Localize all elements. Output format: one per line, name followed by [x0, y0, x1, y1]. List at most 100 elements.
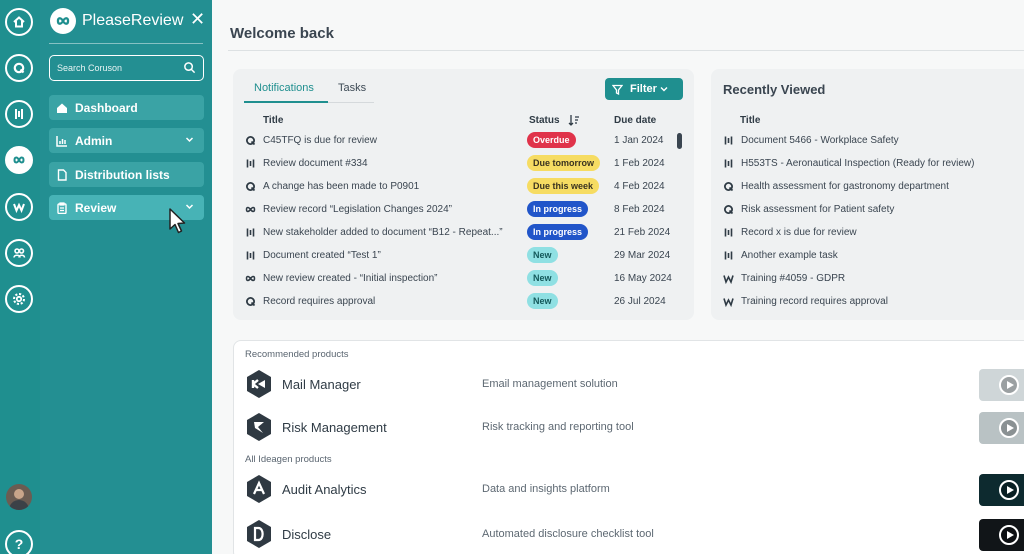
- due-date: 21 Feb 2024: [614, 227, 671, 238]
- status-badge: Overdue: [527, 132, 576, 148]
- play-icon[interactable]: [999, 375, 1019, 395]
- products-card: Recommended products All Ideagen product…: [233, 340, 1024, 554]
- recent-item[interactable]: Training #4059 - GDPR: [723, 270, 1024, 288]
- play-icon[interactable]: [999, 525, 1019, 545]
- recent-item[interactable]: Another example task: [723, 247, 1024, 265]
- divider: [228, 50, 1024, 51]
- people-circle-icon[interactable]: [5, 239, 33, 267]
- bars-icon: [724, 251, 733, 260]
- home-circle-icon[interactable]: [5, 8, 33, 36]
- recent-item[interactable]: Health assessment for gastronomy departm…: [723, 178, 1024, 196]
- notification-row[interactable]: New stakeholder added to document “B12 -…: [245, 224, 675, 242]
- notification-title: A change has been made to P0901: [263, 181, 420, 192]
- q-circle-icon[interactable]: [5, 54, 33, 82]
- q-icon: [246, 136, 256, 146]
- product-description: Data and insights platform: [482, 483, 610, 495]
- filter-label: Filter: [630, 83, 657, 95]
- recent-item-title: H553TS - Aeronautical Inspection (Ready …: [741, 158, 975, 169]
- status-badge: New: [527, 293, 558, 309]
- main-content: Welcome back Notifications Tasks Filter …: [212, 0, 1024, 554]
- tab-notifications[interactable]: Notifications: [254, 82, 314, 94]
- avatar[interactable]: [6, 484, 32, 510]
- mouse-cursor-icon: [169, 208, 186, 234]
- video-thumbnail[interactable]: [979, 474, 1024, 506]
- w-circle-icon[interactable]: [5, 193, 33, 221]
- close-icon[interactable]: ✕: [190, 10, 205, 28]
- video-thumbnail[interactable]: [979, 412, 1024, 444]
- notification-row[interactable]: Record requires approval New 26 Jul 2024: [245, 293, 675, 311]
- gear-circle-icon[interactable]: [5, 285, 33, 313]
- recent-item-title: Risk assessment for Patient safety: [741, 204, 895, 215]
- play-icon[interactable]: [999, 480, 1019, 500]
- notification-title: Review record “Legislation Changes 2024”: [263, 204, 452, 215]
- video-thumbnail[interactable]: [979, 519, 1024, 551]
- all-products-label: All Ideagen products: [245, 454, 332, 465]
- product-row[interactable]: Mail Manager Email management solution: [245, 369, 1024, 401]
- help-label: ?: [14, 536, 24, 552]
- scrollbar[interactable]: [677, 133, 682, 149]
- notification-title: Document created “Test 1”: [263, 250, 381, 261]
- help-icon[interactable]: ?: [5, 530, 33, 554]
- due-date: 26 Jul 2024: [614, 296, 666, 307]
- sidebar-item-distribution-lists[interactable]: Distribution lists: [49, 162, 204, 187]
- tab-tasks[interactable]: Tasks: [338, 82, 366, 94]
- product-row[interactable]: Risk Management Risk tracking and reporti…: [245, 412, 1024, 444]
- play-icon[interactable]: [999, 418, 1019, 438]
- notification-row[interactable]: Review document #334 Due tomorrow 1 Feb 20…: [245, 155, 675, 173]
- recent-item[interactable]: Risk assessment for Patient safety: [723, 201, 1024, 219]
- bars-icon: [724, 136, 733, 145]
- notification-row[interactable]: A change has been made to P0901 Due this …: [245, 178, 675, 196]
- recent-item-title: Training record requires approval: [741, 296, 888, 307]
- recent-item[interactable]: Record x is due for review: [723, 224, 1024, 242]
- please-review-logo-icon: [50, 8, 76, 34]
- brand[interactable]: PleaseReview: [50, 8, 183, 34]
- recommended-products-label: Recommended products: [245, 349, 349, 360]
- sidebar-item-label: Dashboard: [75, 100, 138, 115]
- notification-row[interactable]: Document created “Test 1” New 29 Mar 2024: [245, 247, 675, 265]
- chevron-down-icon: [660, 87, 668, 92]
- recent-item[interactable]: H553TS - Aeronautical Inspection (Ready …: [723, 155, 1024, 173]
- bars-icon: [246, 251, 255, 260]
- search-icon[interactable]: [183, 61, 196, 74]
- product-row[interactable]: Disclose Automated disclosure checklist t…: [245, 519, 1024, 551]
- product-name: Audit Analytics: [282, 482, 367, 497]
- document-icon: [57, 168, 67, 181]
- notification-row[interactable]: C45TFQ is due for review Overdue 1 Jan 202…: [245, 132, 675, 150]
- sort-icon[interactable]: [568, 114, 580, 126]
- bars-circle-icon[interactable]: [5, 100, 33, 128]
- chevron-down-icon[interactable]: [185, 135, 194, 144]
- please-review-icon[interactable]: [5, 146, 33, 174]
- q-icon: [246, 182, 256, 192]
- notification-title: C45TFQ is due for review: [263, 135, 377, 146]
- product-name: Mail Manager: [282, 377, 361, 392]
- product-row[interactable]: Audit Analytics Data and insights platfor…: [245, 474, 1024, 506]
- column-header-title[interactable]: Title: [263, 115, 283, 126]
- home-icon: [57, 103, 67, 113]
- status-badge: New: [527, 270, 558, 286]
- video-thumbnail[interactable]: [979, 369, 1024, 401]
- due-date: 1 Jan 2024: [614, 135, 664, 146]
- filter-button[interactable]: Filter: [605, 78, 683, 100]
- sidebar-item-label: Admin: [75, 133, 113, 148]
- notification-row[interactable]: Review record “Legislation Changes 2024”…: [245, 201, 675, 219]
- recent-item-title: Another example task: [741, 250, 838, 261]
- recent-item[interactable]: Training record requires approval: [723, 293, 1024, 311]
- sidebar: PleaseReview ✕ Dashboard Admin Distribut…: [40, 0, 212, 554]
- column-header-due-date[interactable]: Due date: [614, 115, 656, 126]
- bars-icon: [246, 159, 255, 168]
- product-name: Disclose: [282, 527, 332, 542]
- product-description: Email management solution: [482, 378, 618, 390]
- notification-row[interactable]: New review created - “Initial inspection…: [245, 270, 675, 288]
- due-date: 8 Feb 2024: [614, 204, 665, 215]
- recent-item[interactable]: Document 5466 - Workplace Safety: [723, 132, 1024, 150]
- search-input[interactable]: [57, 63, 177, 73]
- w-icon: [723, 275, 734, 284]
- status-badge: Due this week: [527, 178, 600, 194]
- sidebar-item-dashboard[interactable]: Dashboard: [49, 95, 204, 120]
- notifications-card: Notifications Tasks Filter Title Status …: [233, 69, 694, 320]
- sidebar-item-admin[interactable]: Admin: [49, 128, 204, 153]
- product-description: Automated disclosure checklist tool: [482, 528, 654, 540]
- notification-title: Record requires approval: [263, 296, 376, 307]
- recent-item-title: Training #4059 - GDPR: [741, 273, 846, 284]
- column-header-status[interactable]: Status: [529, 115, 560, 126]
